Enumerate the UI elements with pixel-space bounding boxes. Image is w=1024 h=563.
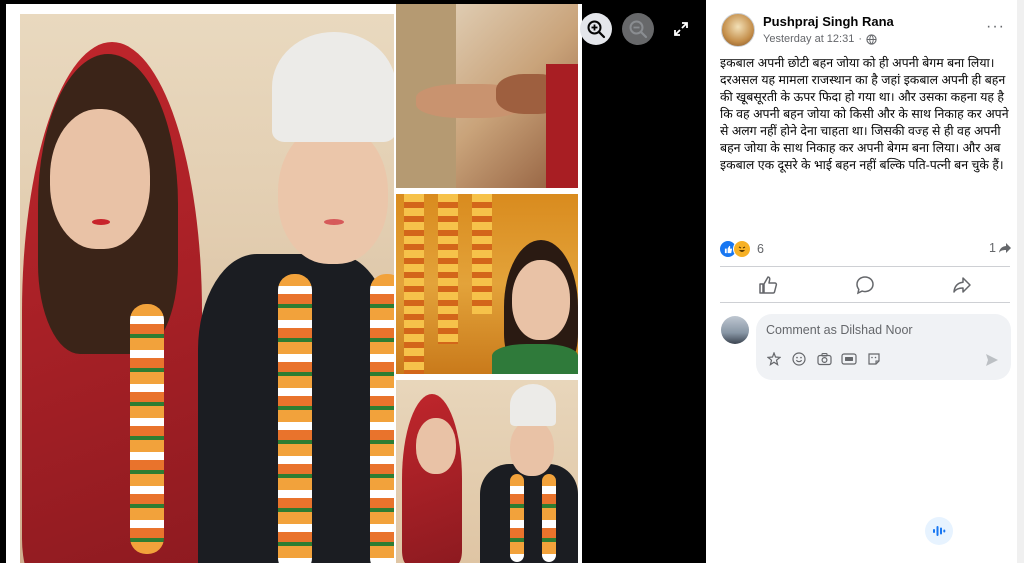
small-couple-photo	[396, 380, 578, 563]
camera-icon	[816, 352, 832, 366]
ring-exchange-photo	[396, 4, 578, 188]
send-comment-button[interactable]	[985, 353, 999, 372]
sticker-button[interactable]	[766, 351, 782, 367]
avatar-sticker-button[interactable]	[866, 351, 882, 367]
globe-icon	[866, 33, 877, 45]
expand-button[interactable]	[672, 20, 690, 38]
post-author-name[interactable]: Pushpraj Singh Rana	[763, 14, 894, 29]
post-text: इकबाल अपनी छोटी बहन जोया को ही अपनी बेगम…	[720, 56, 1009, 172]
zoom-out-icon	[629, 20, 648, 39]
bride-garland	[130, 304, 164, 554]
reactions-summary[interactable]: 6	[719, 240, 764, 258]
post-panel: Pushpraj Singh Rana Yesterday at 12:31 ·…	[706, 0, 1024, 563]
author-avatar[interactable]	[721, 13, 755, 47]
commenter-avatar[interactable]	[721, 316, 749, 344]
photo-viewer	[0, 0, 706, 563]
zoom-out-button[interactable]	[622, 13, 654, 45]
post-options-button[interactable]: ···	[986, 18, 1005, 36]
comment-composer[interactable]: Comment as Dilshad Noor	[756, 314, 1011, 380]
bride-face	[50, 109, 150, 249]
emoji-icon	[792, 352, 806, 366]
divider-top	[720, 266, 1010, 267]
send-icon	[986, 354, 998, 366]
like-icon	[759, 276, 778, 294]
comment-button[interactable]	[817, 268, 914, 302]
like-button[interactable]	[720, 268, 817, 302]
scrollbar[interactable]	[1017, 0, 1024, 563]
emoji-button[interactable]	[791, 351, 807, 367]
reaction-count: 6	[757, 242, 764, 256]
post-meta: Yesterday at 12:31 ·	[763, 33, 877, 45]
share-icon	[952, 277, 971, 293]
post-timestamp[interactable]: Yesterday at 12:31	[763, 33, 854, 45]
voice-icon	[933, 526, 946, 536]
post-actions	[720, 268, 1010, 302]
groom-cap	[272, 32, 394, 142]
avatar-sticker-icon	[868, 353, 880, 365]
groom-face	[278, 124, 388, 264]
comment-input[interactable]: Comment as Dilshad Noor	[766, 323, 913, 337]
share-count-value: 1	[989, 241, 996, 255]
comment-tools	[766, 351, 882, 367]
haldi-bride-face	[512, 260, 570, 340]
gif-button[interactable]	[841, 351, 857, 367]
share-count[interactable]: 1	[989, 241, 1012, 255]
zoom-in-button[interactable]	[580, 13, 612, 45]
meta-separator: ·	[858, 33, 863, 45]
voice-button[interactable]	[925, 517, 953, 545]
sticker-icon	[767, 352, 781, 366]
bride-haldi-photo	[396, 194, 578, 374]
photo-collage[interactable]	[6, 4, 582, 563]
main-couple-photo	[20, 14, 394, 563]
gif-icon	[841, 353, 857, 365]
divider-bottom	[720, 302, 1010, 303]
share-small-icon	[999, 243, 1011, 253]
haha-reaction-icon	[733, 240, 751, 258]
zoom-in-icon	[587, 20, 606, 39]
expand-icon	[674, 22, 688, 36]
groom-garland-right	[370, 274, 394, 563]
comment-icon	[856, 276, 874, 295]
camera-button[interactable]	[816, 351, 832, 367]
share-button[interactable]	[913, 268, 1010, 302]
groom-garland-left	[278, 274, 312, 563]
